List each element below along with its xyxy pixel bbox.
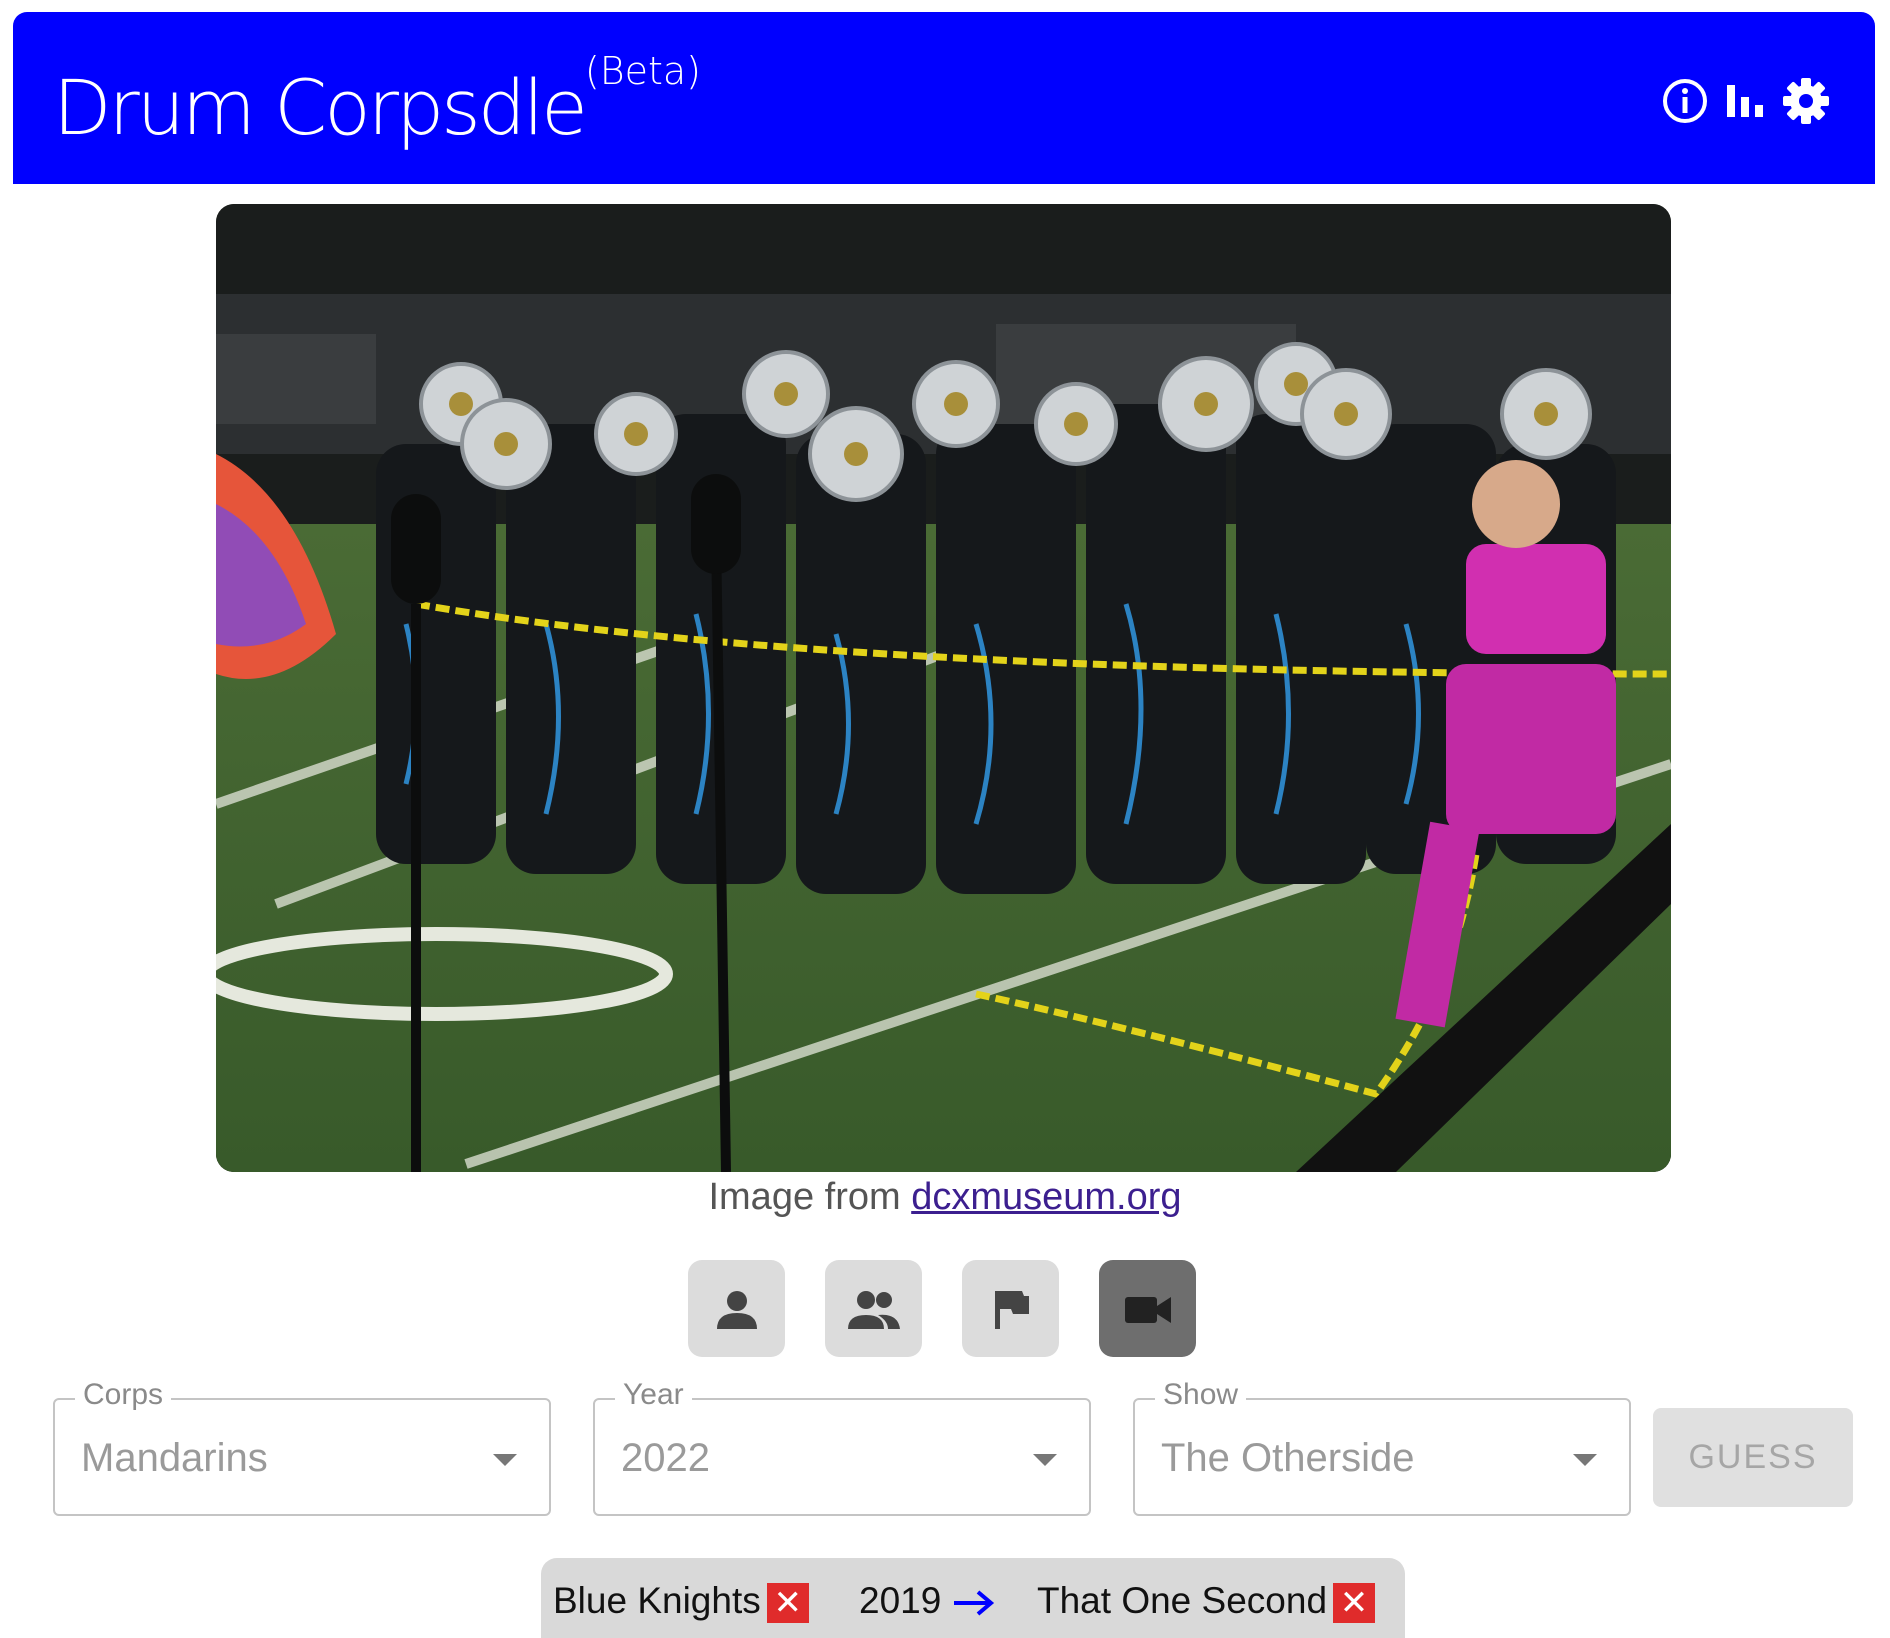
flag-icon (994, 1290, 1029, 1329)
person-icon (716, 1290, 757, 1329)
beta-badge: (Beta) (584, 49, 701, 93)
marching-band-photo (216, 204, 1671, 1172)
hint-member-button[interactable] (688, 1260, 785, 1357)
corps-value: Mandarins (81, 1436, 268, 1480)
show-select[interactable]: Show The Otherside (1133, 1378, 1631, 1516)
app-header: Drum Corpsdle(Beta) (13, 12, 1875, 184)
show-label: Show (1155, 1378, 1247, 1412)
year-label: Year (615, 1378, 692, 1412)
credit-link[interactable]: dcxmuseum.org (911, 1176, 1181, 1218)
chevron-down-icon (1573, 1454, 1597, 1466)
info-icon[interactable] (1661, 77, 1709, 125)
app-title: Drum Corpsdle(Beta) (53, 49, 701, 152)
arrow-right-icon (953, 1590, 994, 1616)
show-value: The Otherside (1161, 1436, 1415, 1480)
chevron-down-icon (1033, 1454, 1057, 1466)
history-corps: Blue Knights ✕ (553, 1580, 809, 1624)
stats-icon[interactable] (1723, 79, 1767, 123)
year-select[interactable]: Year 2022 (593, 1378, 1091, 1516)
header-actions (1661, 76, 1831, 126)
hint-group-button[interactable] (825, 1260, 922, 1357)
chevron-down-icon (493, 1454, 517, 1466)
puzzle-photo (216, 204, 1671, 1172)
group-icon (847, 1290, 900, 1329)
corps-label: Corps (75, 1378, 172, 1412)
image-credit: Image from dcxmuseum.org (708, 1176, 1182, 1218)
wrong-icon: ✕ (766, 1583, 809, 1624)
guess-history-row: Blue Knights ✕ 2019 That One Second ✕ (541, 1558, 1405, 1638)
corps-select[interactable]: Corps Mandarins (53, 1378, 551, 1516)
guess-button[interactable]: GUESS (1653, 1408, 1853, 1507)
hint-buttons (688, 1260, 1196, 1357)
history-show: That One Second ✕ (1037, 1580, 1376, 1624)
video-icon (1124, 1296, 1171, 1323)
wrong-icon: ✕ (1333, 1583, 1376, 1624)
hint-video-button[interactable] (1099, 1260, 1196, 1357)
history-year: 2019 (859, 1580, 996, 1622)
hint-location-button[interactable] (962, 1260, 1059, 1357)
year-value: 2022 (621, 1436, 710, 1480)
settings-icon[interactable] (1781, 76, 1831, 126)
